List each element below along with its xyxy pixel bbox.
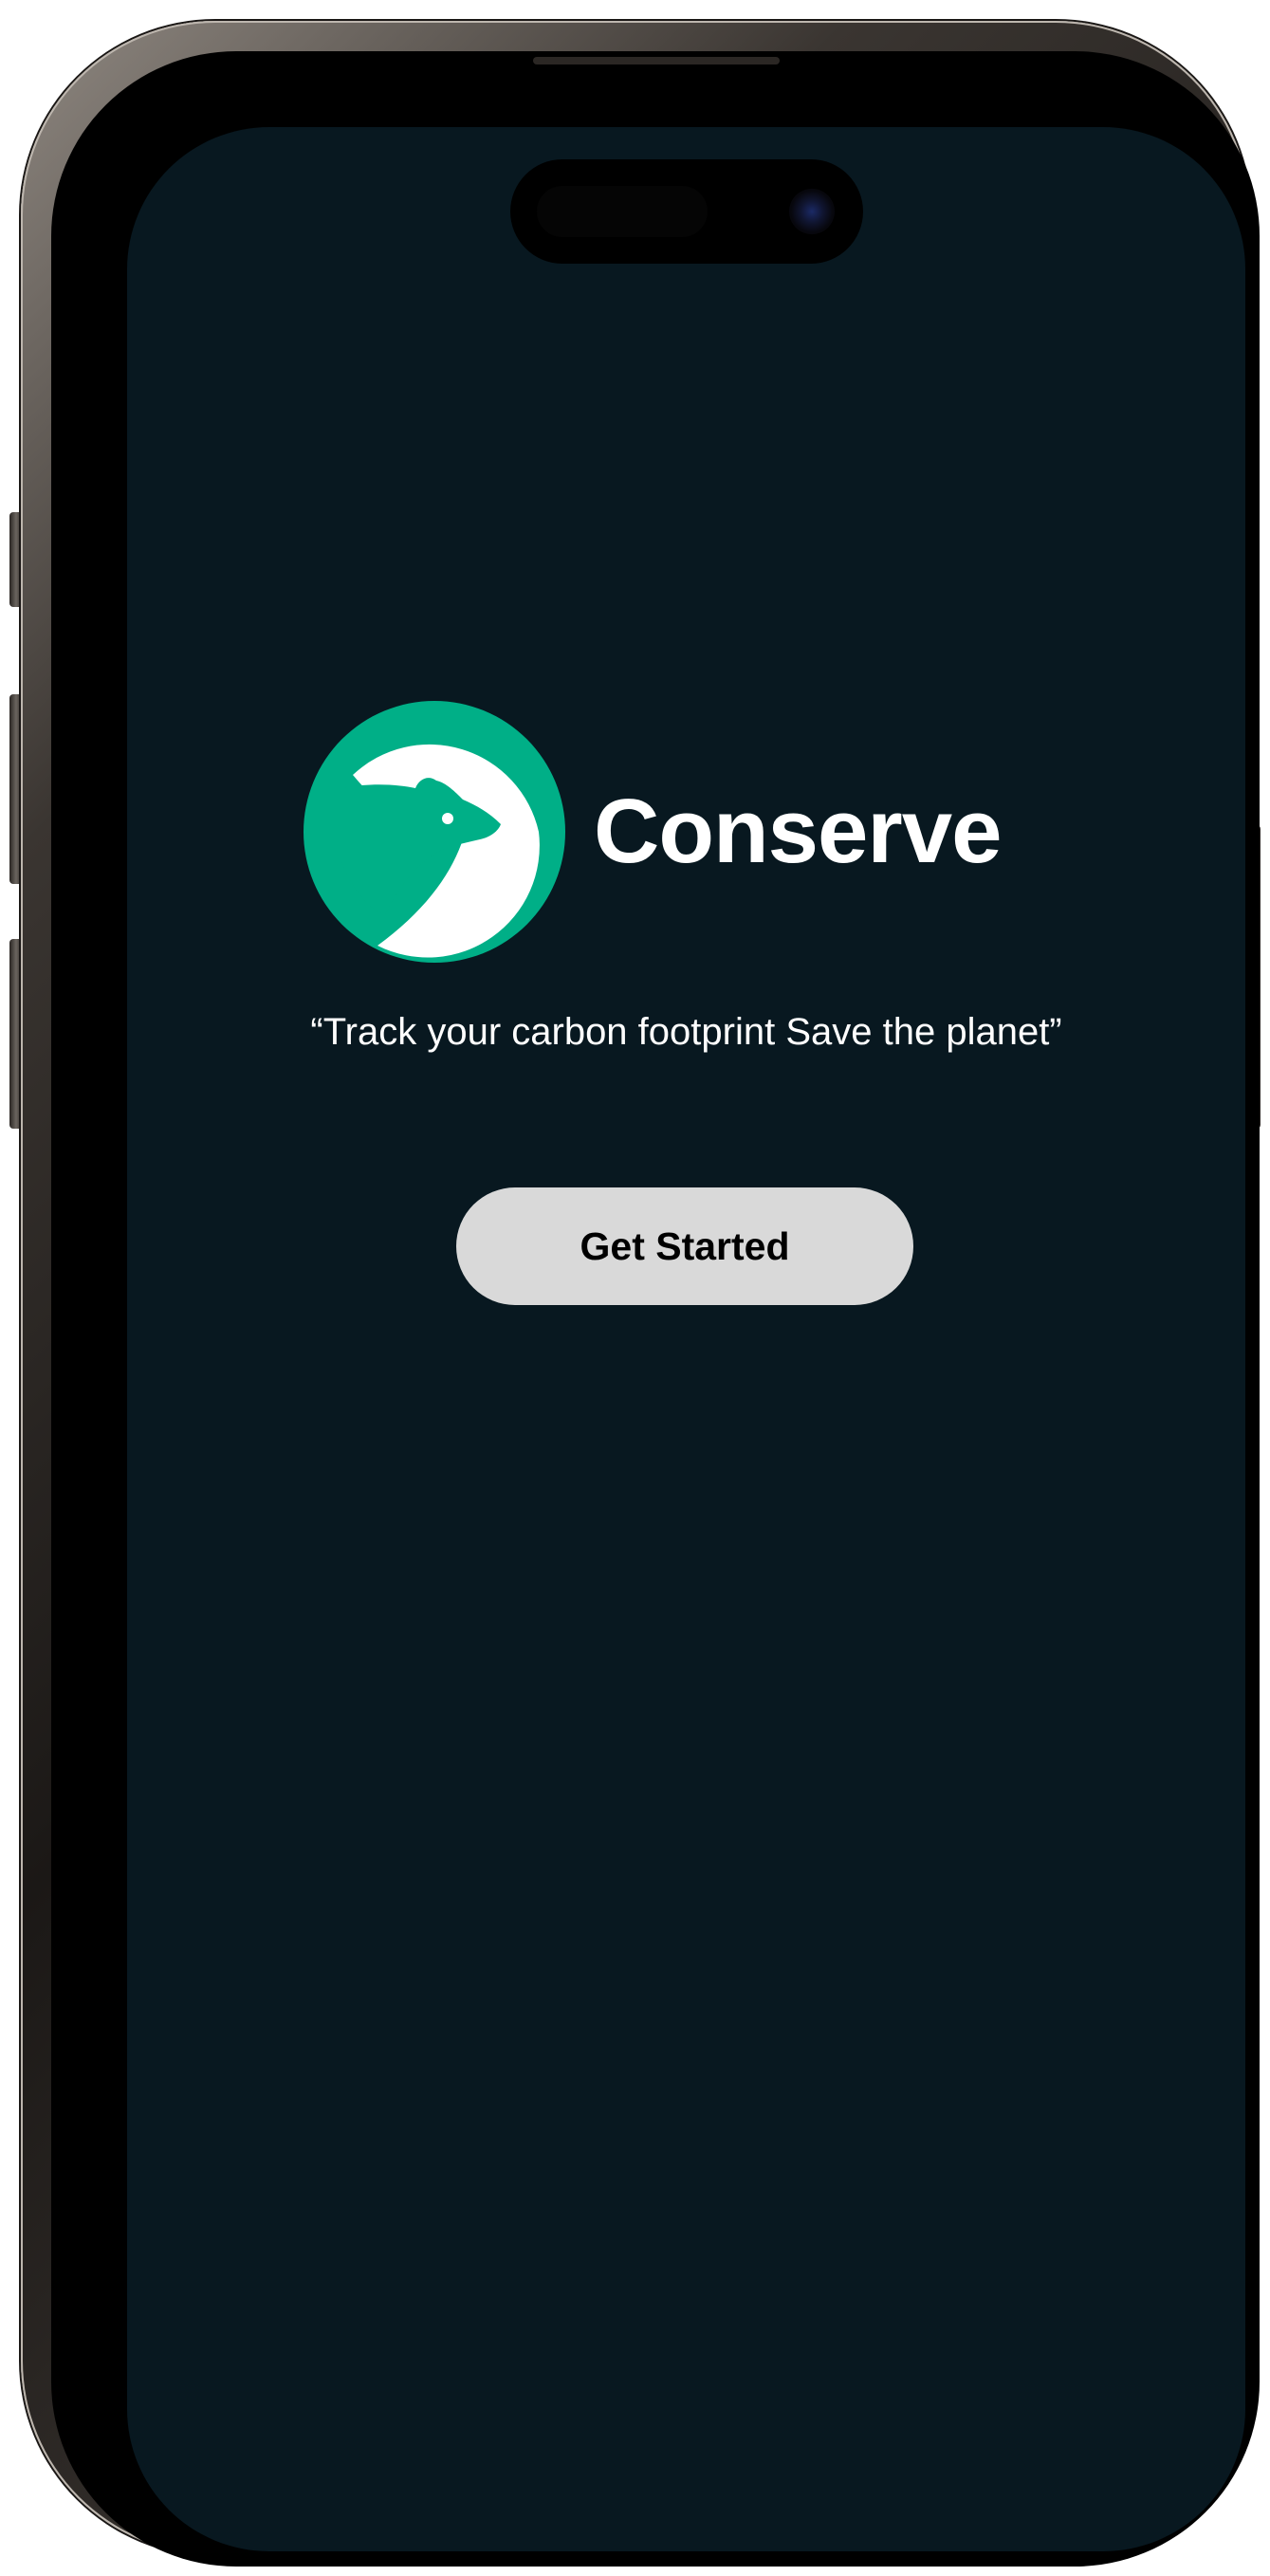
app-name: Conserve bbox=[594, 780, 1003, 882]
app-screen: Conserve “Track your carbon footprint Sa… bbox=[127, 127, 1245, 2551]
phone-body: Conserve “Track your carbon footprint Sa… bbox=[51, 51, 1260, 2567]
face-id-sensor bbox=[537, 186, 708, 237]
dynamic-island bbox=[510, 159, 863, 264]
device-canvas: Conserve “Track your carbon footprint Sa… bbox=[0, 0, 1270, 2576]
phone-frame: Conserve “Track your carbon footprint Sa… bbox=[21, 21, 1260, 2567]
bear-logo-icon bbox=[304, 700, 565, 963]
brand-header: Conserve bbox=[304, 696, 1003, 966]
frame-top-edge bbox=[533, 57, 780, 64]
tagline: “Track your carbon footprint Save the pl… bbox=[310, 1011, 1062, 1053]
front-camera-icon bbox=[789, 189, 835, 234]
get-started-button[interactable]: Get Started bbox=[456, 1187, 913, 1305]
